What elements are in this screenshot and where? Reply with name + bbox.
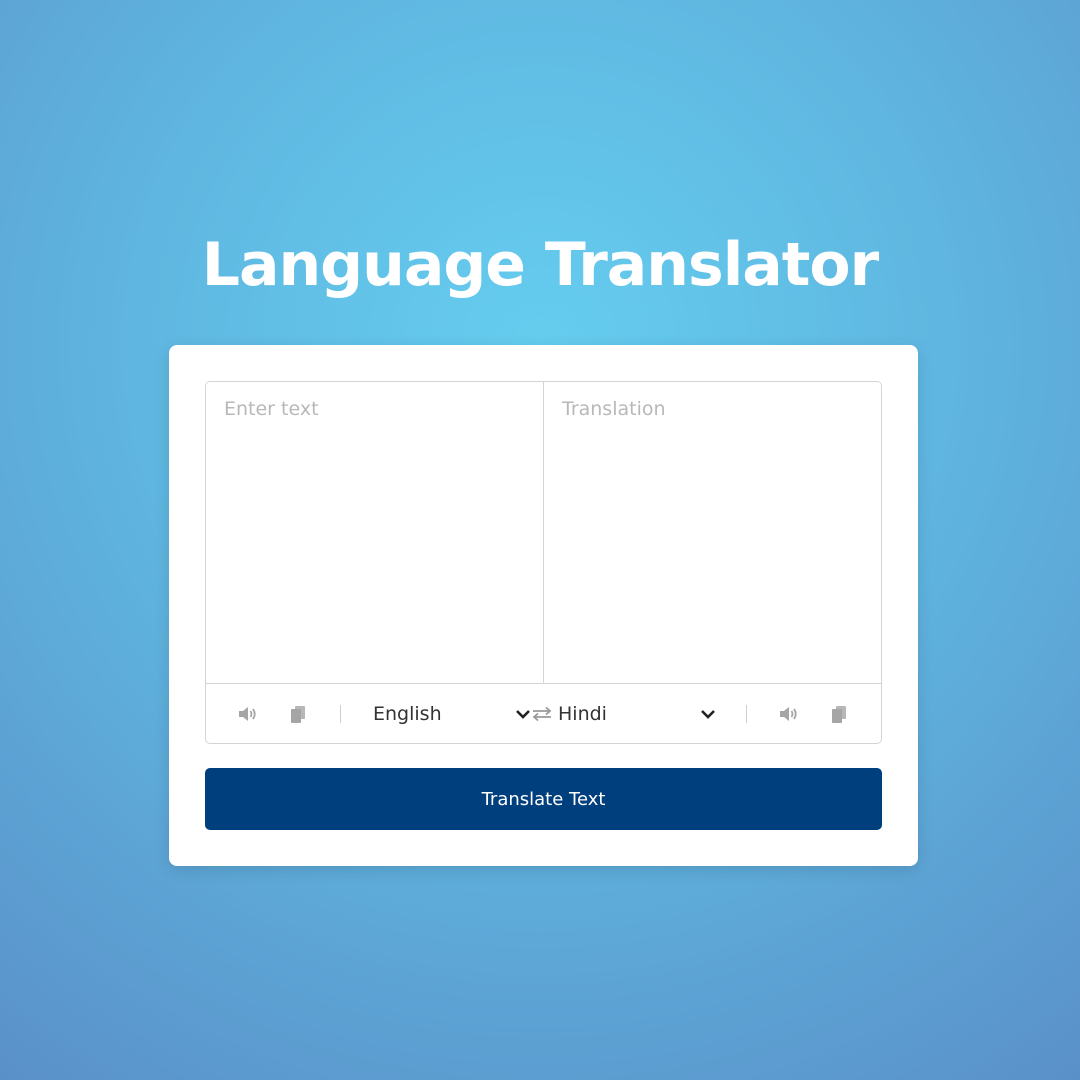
to-language-select[interactable]: Hindi bbox=[558, 703, 716, 725]
translate-button[interactable]: Translate Text bbox=[205, 768, 882, 830]
from-text-input[interactable] bbox=[206, 382, 543, 683]
to-text-output[interactable] bbox=[543, 382, 881, 683]
to-controls: Hindi bbox=[558, 703, 859, 725]
text-input-area bbox=[206, 382, 881, 684]
translator-card: English Hindi bbox=[169, 345, 918, 866]
volume-icon[interactable] bbox=[228, 706, 268, 722]
chevron-down-icon bbox=[700, 708, 716, 720]
copy-icon[interactable] bbox=[278, 705, 318, 723]
exchange-icon[interactable] bbox=[531, 706, 558, 722]
divider bbox=[340, 705, 341, 723]
from-language-select[interactable]: English bbox=[373, 703, 531, 725]
page-title: Language Translator bbox=[201, 230, 880, 300]
translator-wrapper: English Hindi bbox=[205, 381, 882, 744]
volume-icon[interactable] bbox=[769, 706, 809, 722]
from-language-label: English bbox=[373, 703, 442, 725]
controls-bar: English Hindi bbox=[206, 684, 881, 743]
from-controls: English bbox=[228, 703, 531, 725]
copy-icon[interactable] bbox=[819, 705, 859, 723]
to-language-label: Hindi bbox=[558, 703, 607, 725]
chevron-down-icon bbox=[515, 708, 531, 720]
divider bbox=[746, 705, 747, 723]
